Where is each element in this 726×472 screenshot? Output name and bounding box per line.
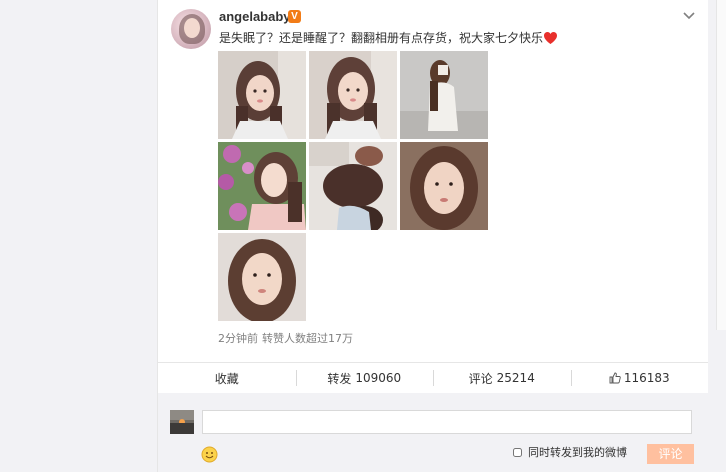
photo-thumbnail[interactable]	[400, 142, 488, 230]
username[interactable]: angelababy	[219, 9, 291, 25]
comment-count: 25214	[496, 371, 535, 385]
repost-count: 109060	[355, 371, 402, 385]
left-gutter	[0, 0, 157, 472]
like-count: 116183	[623, 371, 670, 385]
weibo-post-card: angelababy V 是失眠了？还是睡醒了？翻翻相册有点存货，祝大家七夕快乐	[157, 0, 709, 472]
photo-thumbnail[interactable]	[400, 51, 488, 139]
emoji-icon[interactable]	[201, 446, 218, 463]
user-avatar[interactable]	[171, 9, 211, 49]
submit-comment-button[interactable]: 评论	[647, 444, 694, 464]
thumbs-up-icon	[609, 372, 621, 384]
comment-label: 评论	[468, 371, 493, 386]
vip-badge-icon[interactable]: V	[288, 10, 301, 23]
heart-icon	[544, 32, 557, 44]
post-stats: 转赞人数超过17万	[262, 332, 353, 345]
right-gutter	[708, 0, 726, 472]
photo-thumbnail[interactable]	[218, 51, 306, 139]
my-avatar[interactable]	[170, 410, 194, 434]
photo-thumbnail[interactable]	[218, 142, 306, 230]
repost-label: 转发	[327, 371, 352, 386]
post-text: 是失眠了？还是睡醒了？翻翻相册有点存货，祝大家七夕快乐	[219, 31, 544, 45]
repost-option-label[interactable]: 同时转发到我的微博	[528, 445, 627, 461]
comment-input[interactable]	[202, 410, 692, 434]
post-time[interactable]: 2分钟前	[218, 332, 258, 345]
like-button[interactable]: 116183	[570, 363, 709, 393]
action-bar: 收藏 转发 109060 评论 25214 116183	[158, 362, 708, 393]
photo-thumbnail[interactable]	[309, 142, 397, 230]
photo-thumbnail[interactable]	[218, 233, 306, 321]
chevron-down-icon[interactable]	[681, 9, 697, 23]
repost-checkbox[interactable]	[513, 448, 522, 457]
comment-button[interactable]: 评论 25214	[433, 363, 571, 393]
photo-thumbnail[interactable]	[309, 51, 397, 139]
repost-button[interactable]: 转发 109060	[295, 363, 434, 393]
post-meta: 2分钟前 转赞人数超过17万	[218, 331, 353, 347]
favorite-button[interactable]: 收藏	[158, 363, 296, 393]
comment-area: 同时转发到我的微博 评论	[158, 393, 708, 472]
favorite-label: 收藏	[214, 371, 239, 386]
